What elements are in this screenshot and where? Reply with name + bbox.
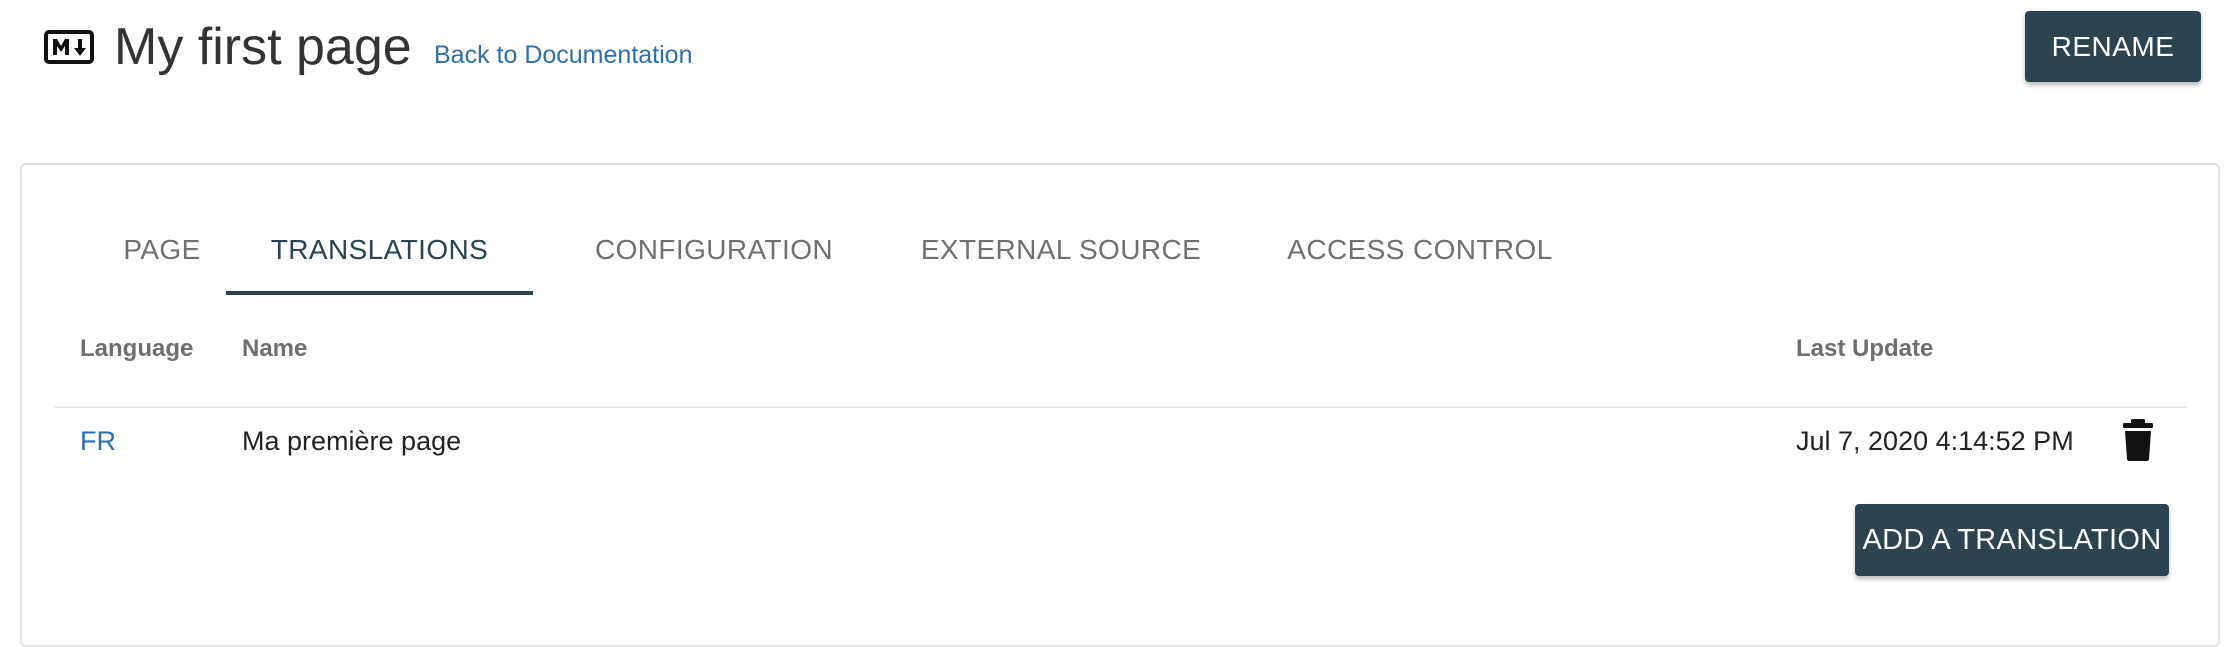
- tab-configuration[interactable]: CONFIGURATION: [572, 225, 856, 295]
- tab-access-control[interactable]: ACCESS CONTROL: [1265, 225, 1575, 295]
- translations-card: PAGE TRANSLATIONS CONFIGURATION EXTERNAL…: [20, 163, 2220, 647]
- last-update-timestamp: Jul 7, 2020 4:14:52 PM: [1796, 426, 2074, 456]
- rename-button[interactable]: RENAME: [2025, 11, 2201, 82]
- trash-icon[interactable]: [2120, 418, 2156, 462]
- tab-external-source[interactable]: EXTERNAL SOURCE: [898, 225, 1224, 295]
- column-header-last-update: Last Update: [1796, 335, 1934, 362]
- table-header-divider: [55, 406, 2187, 408]
- tab-page[interactable]: PAGE: [85, 225, 239, 295]
- column-header-language: Language: [80, 335, 194, 362]
- column-header-name: Name: [242, 335, 308, 362]
- tab-bar: PAGE TRANSLATIONS CONFIGURATION EXTERNAL…: [22, 165, 2218, 295]
- page-header: My first page Back to Documentation RENA…: [0, 0, 2240, 120]
- markdown-icon: [44, 30, 94, 64]
- back-to-documentation-link[interactable]: Back to Documentation: [434, 38, 692, 72]
- language-link-fr[interactable]: FR: [80, 423, 116, 459]
- page-title: My first page: [114, 18, 412, 76]
- tab-translations[interactable]: TRANSLATIONS: [226, 225, 533, 295]
- translation-name: Ma première page: [242, 426, 462, 456]
- add-translation-button[interactable]: ADD A TRANSLATION: [1855, 504, 2169, 576]
